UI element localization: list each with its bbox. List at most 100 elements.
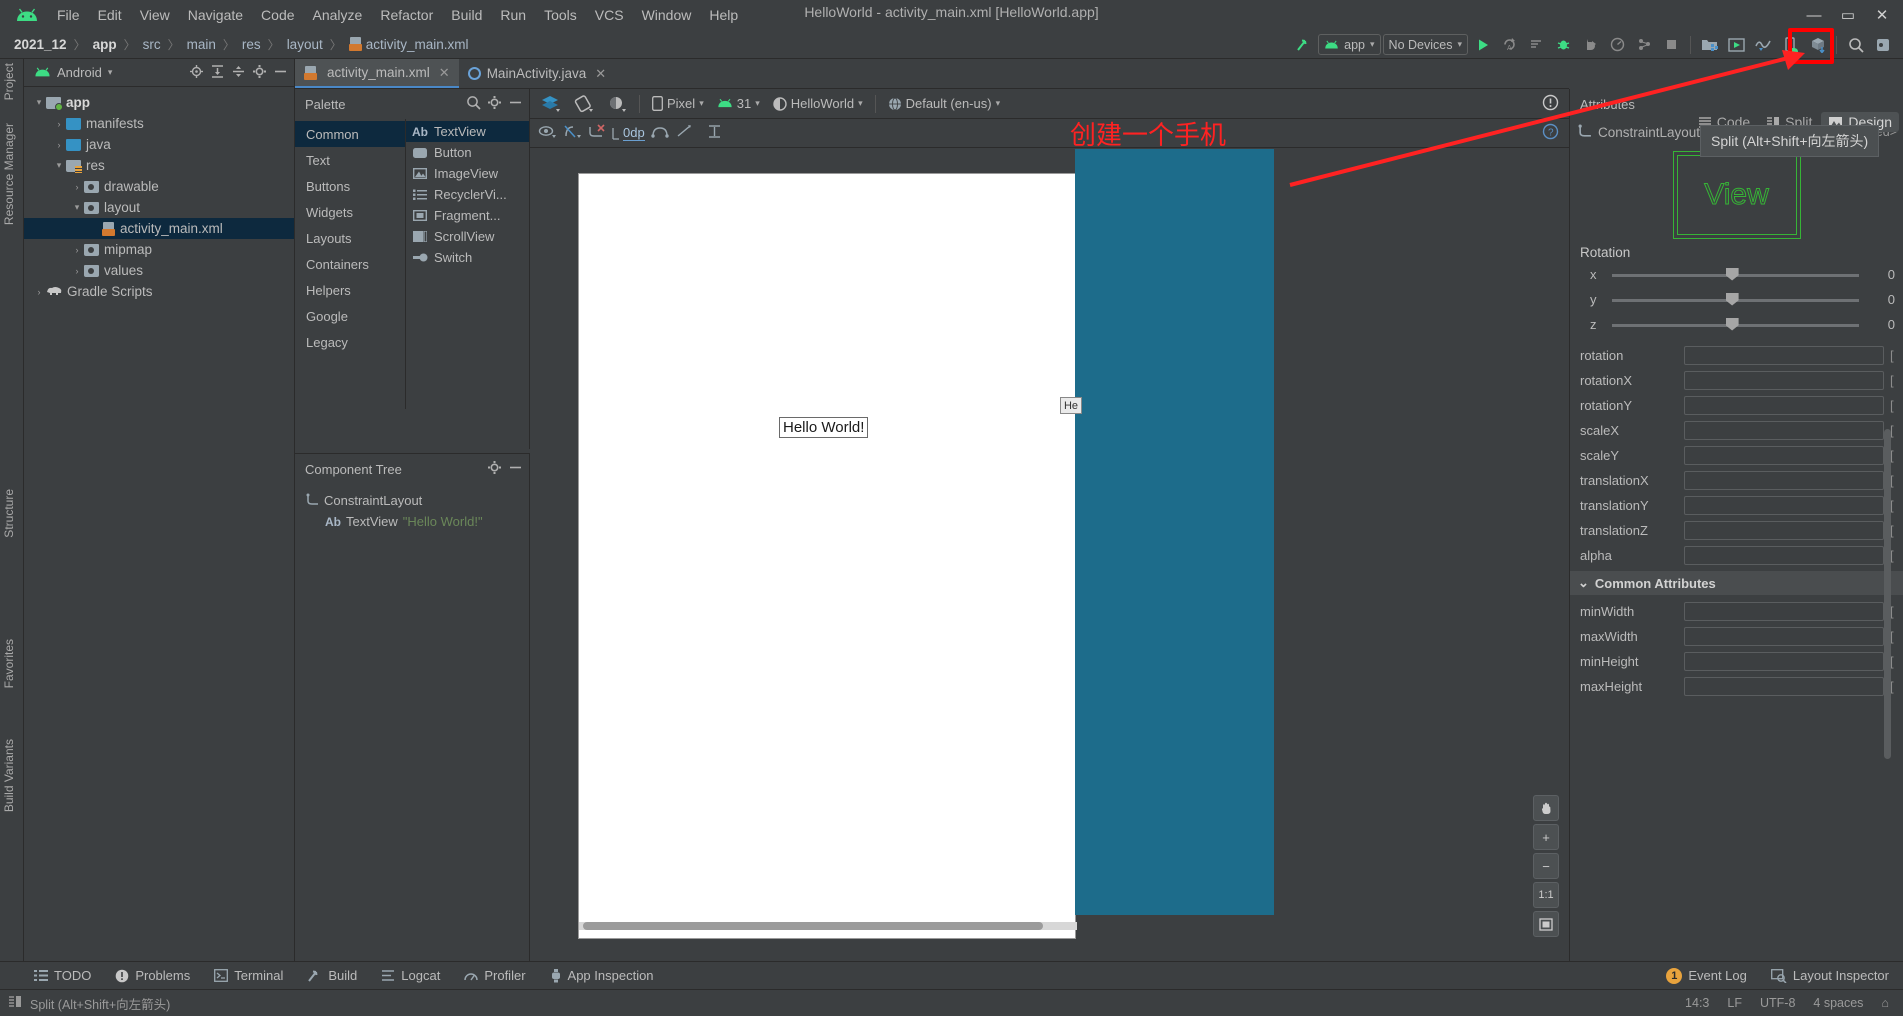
collapse-all-icon[interactable] xyxy=(231,64,246,82)
palette-category-legacy[interactable]: Legacy xyxy=(295,329,405,355)
attribute-input-translationx[interactable] xyxy=(1684,471,1884,490)
layout-inspector-icon[interactable] xyxy=(1724,33,1749,57)
attribute-input-translationy[interactable] xyxy=(1684,496,1884,515)
help-icon[interactable]: ? xyxy=(1542,123,1559,143)
rotation-slider-x[interactable]: x 0 xyxy=(1570,262,1903,287)
palette-item-button[interactable]: Button xyxy=(406,142,529,163)
sidebar-item-resource-manager[interactable]: Resource Manager xyxy=(2,123,16,225)
run-configuration-selector[interactable]: app ▾ xyxy=(1318,34,1381,55)
hide-icon[interactable] xyxy=(508,460,523,478)
attribute-input-rotationx[interactable] xyxy=(1684,371,1884,390)
menu-navigate[interactable]: Navigate xyxy=(179,4,252,26)
avd-manager-icon[interactable] xyxy=(1778,33,1803,57)
file-encoding[interactable]: UTF-8 xyxy=(1760,996,1795,1010)
settings-icon[interactable] xyxy=(1870,33,1895,57)
search-icon[interactable] xyxy=(466,95,481,113)
autoconnect-off-icon[interactable] xyxy=(563,124,582,142)
tab-activity-main-xml[interactable]: activity_main.xml ✕ xyxy=(295,59,459,88)
tree-item-mipmap[interactable]: › mipmap xyxy=(24,239,294,260)
breadcrumb-src[interactable]: src xyxy=(143,37,161,52)
palette-category-text[interactable]: Text xyxy=(295,147,405,173)
profiler-icon[interactable] xyxy=(1751,33,1776,57)
tree-item-values[interactable]: › values xyxy=(24,260,294,281)
rotation-slider-y[interactable]: y 0 xyxy=(1570,287,1903,312)
minimize-button[interactable]: — xyxy=(1797,7,1831,24)
chevron-right-icon[interactable]: › xyxy=(52,119,66,129)
apply-changes-icon[interactable]: A xyxy=(1497,33,1522,57)
expand-icon[interactable]: [ xyxy=(1890,679,1899,694)
sdk-manager-icon[interactable] xyxy=(1697,33,1722,57)
attribute-input-minheight[interactable] xyxy=(1684,652,1884,671)
attribute-input-minwidth[interactable] xyxy=(1684,602,1884,621)
expand-icon[interactable]: [ xyxy=(1890,654,1899,669)
tree-item-layout[interactable]: ▾ layout xyxy=(24,197,294,218)
horizontal-scrollbar[interactable] xyxy=(579,922,1077,930)
expand-icon[interactable]: [ xyxy=(1890,348,1899,363)
select-opened-file-icon[interactable] xyxy=(189,64,204,82)
expand-icon[interactable]: [ xyxy=(1890,473,1899,488)
lock-icon[interactable]: ⌂ xyxy=(1881,996,1889,1010)
blueprint-preview[interactable]: He xyxy=(1060,149,1274,915)
menu-analyze[interactable]: Analyze xyxy=(304,4,372,26)
expand-icon[interactable]: [ xyxy=(1890,498,1899,513)
component-tree-row-constraintlayout[interactable]: ConstraintLayout xyxy=(295,490,529,511)
attribute-input-scaley[interactable] xyxy=(1684,446,1884,465)
palette-category-common[interactable]: Common xyxy=(295,121,405,147)
orientation-selector[interactable] xyxy=(569,93,599,115)
attributes-scrollbar[interactable] xyxy=(1884,429,1891,759)
gradle-sync-icon[interactable] xyxy=(1805,33,1830,57)
maximize-button[interactable]: ▭ xyxy=(1831,6,1865,24)
status-item-profiler[interactable]: Profiler xyxy=(464,968,526,983)
stop-icon[interactable] xyxy=(1659,33,1684,57)
palette-item-recyclerview[interactable]: RecyclerVi... xyxy=(406,184,529,205)
expand-all-icon[interactable] xyxy=(210,64,225,82)
menu-edit[interactable]: Edit xyxy=(89,4,131,26)
palette-item-scrollview[interactable]: ScrollView xyxy=(406,226,529,247)
expand-icon[interactable]: [ xyxy=(1890,398,1899,413)
menu-window[interactable]: Window xyxy=(633,4,701,26)
attribute-input-maxwidth[interactable] xyxy=(1684,627,1884,646)
tree-item-manifests[interactable]: › manifests xyxy=(24,113,294,134)
palette-category-google[interactable]: Google xyxy=(295,303,405,329)
status-item-layout-inspector[interactable]: Layout Inspector xyxy=(1770,968,1889,983)
design-mode-selector[interactable] xyxy=(536,93,566,115)
component-tree-row-textview[interactable]: Ab TextView "Hello World!" xyxy=(295,511,529,532)
theme-selector[interactable]: HelloWorld ▾ xyxy=(768,94,868,113)
breadcrumb-layout[interactable]: layout xyxy=(287,37,323,52)
menu-build[interactable]: Build xyxy=(442,4,491,26)
device-selector[interactable]: No Devices ▾ xyxy=(1382,34,1468,55)
status-item-app-inspection[interactable]: App Inspection xyxy=(550,968,654,983)
tree-item-drawable[interactable]: › drawable xyxy=(24,176,294,197)
palette-category-helpers[interactable]: Helpers xyxy=(295,277,405,303)
slider-track[interactable] xyxy=(1612,317,1859,332)
tree-item-activity-main-xml[interactable]: activity_main.xml xyxy=(24,218,294,239)
line-separator[interactable]: LF xyxy=(1727,996,1742,1010)
status-item-build[interactable]: Build xyxy=(307,968,357,983)
warning-icon[interactable] xyxy=(1542,94,1559,114)
slider-track[interactable] xyxy=(1612,292,1859,307)
cursor-position[interactable]: 14:3 xyxy=(1685,996,1709,1010)
menu-tools[interactable]: Tools xyxy=(535,4,586,26)
project-view-selector[interactable]: Android ▾ xyxy=(34,65,183,80)
sidebar-item-structure[interactable]: Structure xyxy=(2,489,16,538)
zoom-actual-size-button[interactable]: 1:1 xyxy=(1533,882,1559,908)
design-canvas[interactable]: Hello World! He + − 1:1 xyxy=(530,149,1569,989)
chevron-right-icon[interactable]: › xyxy=(52,140,66,150)
device-selector[interactable]: Pixel ▾ xyxy=(647,94,709,113)
chevron-down-icon[interactable]: ▾ xyxy=(52,160,66,171)
device-preview[interactable]: Hello World! xyxy=(578,173,1077,939)
sidebar-item-build-variants[interactable]: Build Variants xyxy=(2,739,16,812)
attribute-input-scalex[interactable] xyxy=(1684,421,1884,440)
rotation-slider-z[interactable]: z 0 xyxy=(1570,312,1903,337)
infer-constraints-icon[interactable] xyxy=(651,124,669,142)
chevron-right-icon[interactable]: › xyxy=(32,287,46,297)
tree-item-gradle-scripts[interactable]: › Gradle Scripts xyxy=(24,281,294,302)
menu-refactor[interactable]: Refactor xyxy=(371,4,442,26)
profile-icon[interactable] xyxy=(1605,33,1630,57)
palette-item-imageview[interactable]: ImageView xyxy=(406,163,529,184)
close-icon[interactable]: ✕ xyxy=(439,65,450,81)
blueprint-textview[interactable]: He xyxy=(1060,397,1082,414)
slider-track[interactable] xyxy=(1612,267,1859,282)
expand-icon[interactable]: [ xyxy=(1890,548,1899,563)
expand-icon[interactable]: [ xyxy=(1890,604,1899,619)
